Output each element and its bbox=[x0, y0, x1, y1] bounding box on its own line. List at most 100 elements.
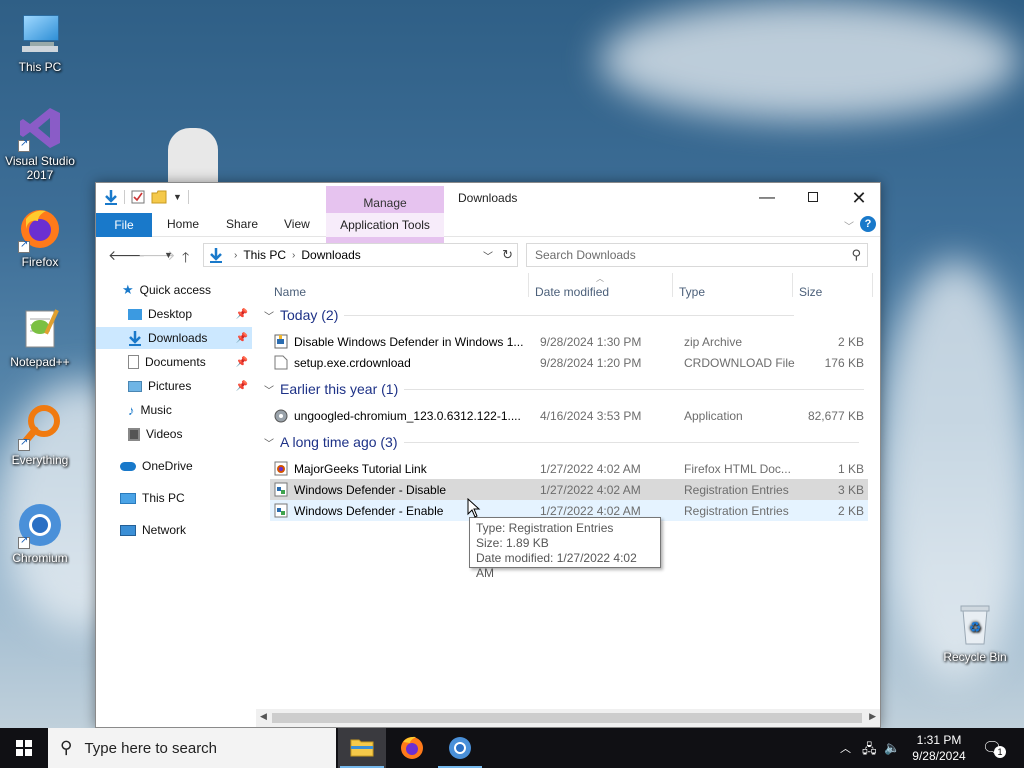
notification-badge: 1 bbox=[994, 746, 1006, 758]
file-name: Windows Defender - Disable bbox=[294, 483, 447, 497]
collapse-chevron-icon[interactable]: ﹀ bbox=[264, 435, 274, 450]
pin-icon[interactable]: 📌 bbox=[236, 333, 248, 344]
file-date: 9/28/2024 1:20 PM bbox=[540, 356, 642, 370]
tab-view[interactable]: View bbox=[284, 217, 310, 231]
table-row[interactable]: MajorGeeks Tutorial Link 1/27/2022 4:02 … bbox=[270, 458, 868, 479]
notification-center-button[interactable]: 🗨 1 bbox=[982, 738, 1006, 758]
address-history-chevron-icon[interactable]: ﹀ bbox=[483, 248, 493, 263]
sort-chevron-icon: ︿ bbox=[596, 274, 604, 283]
group-title: Earlier this year (1) bbox=[280, 381, 399, 397]
file-type: Firefox HTML Doc... bbox=[684, 462, 791, 476]
html-document-icon bbox=[274, 461, 288, 476]
search-input[interactable]: Search Downloads ⚲ bbox=[526, 243, 868, 267]
group-header-earlier-this-year[interactable]: ﹀ Earlier this year (1) bbox=[264, 381, 865, 397]
desktop-icon-this-pc[interactable]: This PC bbox=[0, 10, 80, 74]
manage-label: Manage bbox=[363, 196, 407, 210]
nav-quick-access[interactable]: ★ Quick access bbox=[122, 279, 252, 301]
ribbon-tabs: File Home Share View Application Tools ﹀… bbox=[96, 213, 880, 237]
nav-this-pc[interactable]: This PC bbox=[120, 487, 252, 509]
nav-music[interactable]: ♪ Music bbox=[128, 399, 252, 421]
file-date: 1/27/2022 4:02 AM bbox=[540, 483, 641, 497]
file-date: 9/28/2024 1:30 PM bbox=[540, 335, 642, 349]
address-bar[interactable]: › This PC › Downloads ﹀ ↻ bbox=[203, 243, 518, 267]
tab-application-tools[interactable]: Application Tools bbox=[326, 213, 444, 237]
pin-icon[interactable]: 📌 bbox=[236, 357, 248, 368]
up-button[interactable]: 🡑 bbox=[182, 247, 189, 271]
taskbar-file-explorer[interactable] bbox=[338, 728, 386, 768]
group-divider bbox=[404, 388, 865, 390]
properties-icon[interactable] bbox=[131, 190, 145, 204]
breadcrumb-separator-icon: › bbox=[292, 249, 296, 261]
breadcrumb-this-pc[interactable]: This PC bbox=[243, 248, 286, 262]
expand-ribbon-chevron-icon[interactable]: ﹀ bbox=[844, 218, 854, 233]
nav-downloads[interactable]: Downloads 📌 bbox=[96, 327, 252, 349]
desktop-icon-recycle-bin[interactable]: ♻ Recycle Bin bbox=[935, 600, 1015, 664]
desktop-icon-visual-studio[interactable]: Visual Studio 2017 bbox=[0, 104, 80, 182]
desktop-icon-label: Everything bbox=[11, 453, 69, 467]
desktop-icon-notepad-plus-plus[interactable]: Notepad++ bbox=[0, 305, 80, 369]
refresh-icon[interactable]: ↻ bbox=[502, 247, 513, 263]
new-folder-icon[interactable] bbox=[151, 190, 167, 204]
network-status-icon[interactable]: 🖧 bbox=[862, 740, 877, 762]
close-button[interactable]: ✕ bbox=[836, 183, 882, 213]
file-name: setup.exe.crdownload bbox=[294, 356, 411, 370]
tab-home[interactable]: Home bbox=[167, 217, 199, 231]
show-hidden-icons-chevron-icon[interactable]: ︿ bbox=[840, 740, 851, 756]
quick-access-toolbar: ▼ bbox=[104, 189, 189, 205]
scroll-right-icon[interactable]: ▶ bbox=[869, 711, 876, 722]
nav-label: Desktop bbox=[148, 307, 193, 321]
group-divider bbox=[344, 314, 795, 316]
column-header-date-modified[interactable]: Date modified bbox=[535, 285, 609, 299]
taskbar-clock[interactable]: 1:31 PM 9/28/2024 bbox=[900, 732, 978, 764]
table-row[interactable]: setup.exe.crdownload 9/28/2024 1:20 PM C… bbox=[270, 352, 868, 373]
desktop-icon-chromium[interactable]: Chromium bbox=[0, 501, 80, 565]
desktop-icon-firefox[interactable]: Firefox bbox=[0, 205, 80, 269]
column-header-name[interactable]: Name bbox=[274, 285, 306, 299]
collapse-chevron-icon[interactable]: ﹀ bbox=[264, 382, 274, 397]
nav-documents[interactable]: Documents 📌 bbox=[128, 351, 252, 373]
scroll-left-icon[interactable]: ◀ bbox=[260, 711, 267, 722]
taskbar-search-input[interactable]: ⚲ Type here to search bbox=[48, 728, 336, 768]
column-divider[interactable] bbox=[672, 273, 673, 297]
navigation-pane: ★ Quick access Desktop 📌 Downloads 📌 Doc… bbox=[96, 273, 256, 727]
column-divider[interactable] bbox=[528, 273, 529, 297]
taskbar-chromium[interactable] bbox=[436, 728, 484, 768]
star-icon: ★ bbox=[122, 282, 134, 297]
nav-network[interactable]: Network bbox=[120, 519, 252, 541]
start-button[interactable] bbox=[0, 728, 48, 768]
file-name: ungoogled-chromium_123.0.6312.122-1.... bbox=[294, 409, 521, 423]
desktop-icon-everything[interactable]: Everything bbox=[0, 403, 80, 467]
minimize-button[interactable]: — bbox=[744, 183, 790, 213]
maximize-button[interactable] bbox=[790, 183, 836, 213]
pin-icon[interactable]: 📌 bbox=[236, 309, 248, 320]
customize-toolbar-chevron-icon[interactable]: ▼ bbox=[173, 192, 182, 202]
nav-onedrive[interactable]: OneDrive bbox=[120, 455, 252, 477]
column-divider[interactable] bbox=[872, 273, 873, 297]
nav-pictures[interactable]: Pictures 📌 bbox=[128, 375, 252, 397]
column-divider[interactable] bbox=[792, 273, 793, 297]
group-header-today[interactable]: ﹀ Today (2) bbox=[264, 307, 795, 323]
table-row[interactable]: ungoogled-chromium_123.0.6312.122-1.... … bbox=[270, 405, 868, 426]
taskbar: ⚲ Type here to search ︿ 🖧 🔈 1:31 PM 9/28… bbox=[0, 728, 1024, 768]
breadcrumb-downloads[interactable]: Downloads bbox=[301, 248, 360, 262]
help-button[interactable]: ? bbox=[860, 216, 876, 232]
group-header-a-long-time-ago[interactable]: ﹀ A long time ago (3) bbox=[264, 434, 859, 450]
pin-icon[interactable]: 📌 bbox=[236, 381, 248, 392]
tab-share[interactable]: Share bbox=[226, 217, 258, 231]
nav-label: Documents bbox=[145, 355, 206, 369]
recent-locations-chevron-icon[interactable]: ▼ bbox=[164, 250, 173, 260]
collapse-chevron-icon[interactable]: ﹀ bbox=[264, 308, 274, 323]
nav-desktop[interactable]: Desktop 📌 bbox=[128, 303, 252, 325]
tooltip-date: Date modified: 1/27/2022 4:02 AM bbox=[476, 551, 637, 580]
table-row[interactable]: Disable Windows Defender in Windows 1...… bbox=[270, 331, 868, 352]
folder-icon bbox=[350, 739, 374, 757]
column-header-size[interactable]: Size bbox=[799, 285, 822, 299]
column-header-type[interactable]: Type bbox=[679, 285, 705, 299]
tab-file[interactable]: File bbox=[96, 213, 152, 237]
horizontal-scrollbar[interactable]: ◀ ▶ bbox=[256, 709, 880, 727]
taskbar-firefox[interactable] bbox=[388, 728, 436, 768]
table-row[interactable]: Windows Defender - Disable 1/27/2022 4:0… bbox=[270, 479, 868, 500]
scrollbar-thumb[interactable] bbox=[272, 713, 862, 723]
nav-videos[interactable]: Videos bbox=[128, 423, 252, 445]
volume-icon[interactable]: 🔈 bbox=[884, 740, 900, 756]
